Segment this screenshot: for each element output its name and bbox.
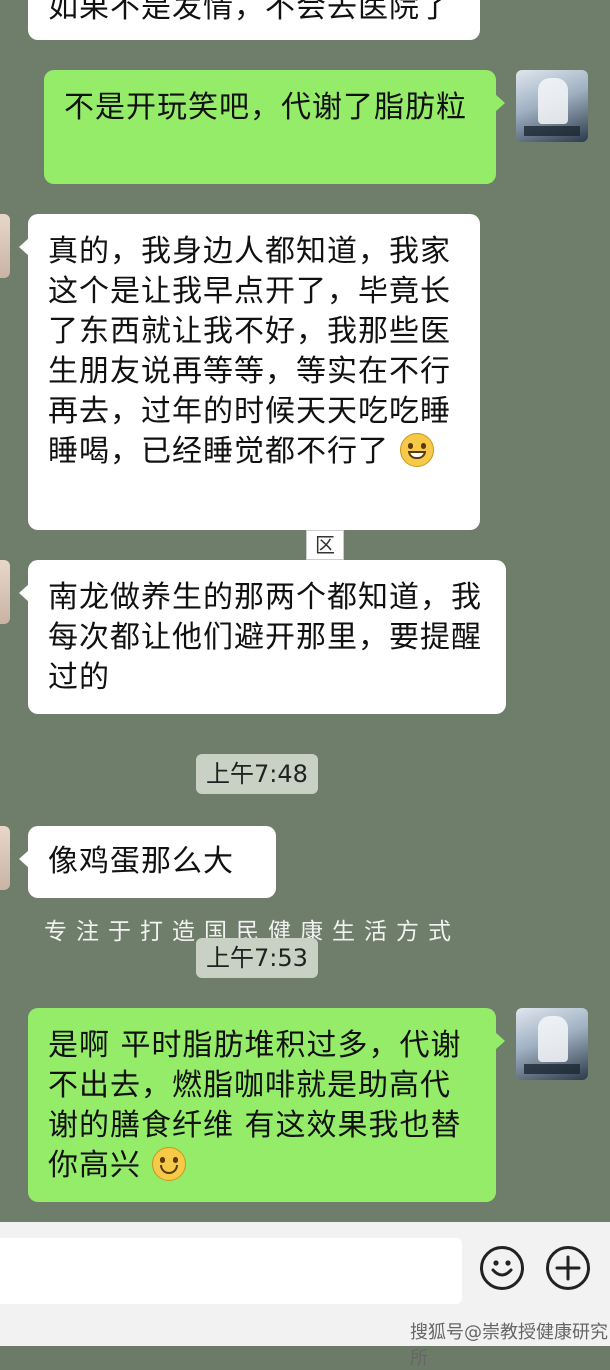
more-actions-button[interactable] [546,1246,590,1290]
avatar-caption [524,126,580,136]
message-text: 是啊 平时脂肪堆积过多，代谢不出去，燃脂咖啡就是助高代谢的膳食纤维 有这效果我也… [48,1028,462,1183]
message-bubble-received[interactable]: 真的，我身边人都知道，我家这个是让我早点开了，毕竟长了东西就让我不好，我那些医生… [19,214,480,530]
chat-area[interactable]: 如果不是发情，不会去医院了 不是开玩笑吧，代谢了脂肪粒 真的，我身边人都知道，我… [0,0,610,1222]
source-watermark: 搜狐号@崇教授健康研究所 [410,1322,608,1369]
message-text: 像鸡蛋那么大 [48,844,234,879]
plus-icon [555,1255,581,1281]
message-bubble-sent[interactable]: 不是开玩笑吧，代谢了脂肪粒 [44,70,505,184]
my-avatar[interactable] [516,1008,588,1080]
avatar-figure [538,78,568,124]
message-text: 如果不是发情，不会去医院了 [48,0,451,25]
my-avatar[interactable] [516,70,588,142]
contact-avatar[interactable] [0,214,10,278]
grin-emoji-icon [399,433,434,467]
timestamp: 上午7:53 [196,938,318,978]
quote-mark-icon: 区 [306,530,344,560]
emoji-button[interactable] [480,1246,524,1290]
timestamp: 上午7:48 [196,754,318,794]
contact-avatar[interactable] [0,826,10,890]
smile-emoji-icon [151,1147,186,1181]
message-text: 真的，我身边人都知道，我家这个是让我早点开了，毕竟长了东西就让我不好，我那些医生… [48,234,451,469]
message-input[interactable] [0,1238,462,1304]
avatar-figure [538,1016,568,1062]
avatar-caption [524,1064,580,1074]
contact-avatar[interactable] [0,560,10,624]
message-text: 不是开玩笑吧，代谢了脂肪粒 [64,90,467,125]
message-bubble-sent[interactable]: 是啊 平时脂肪堆积过多，代谢不出去，燃脂咖啡就是助高代谢的膳食纤维 有这效果我也… [28,1008,505,1202]
message-bubble-received[interactable]: 像鸡蛋那么大 [19,826,276,898]
message-text: 南龙做养生的那两个都知道，我每次都让他们避开那里，要提醒过的 [48,580,482,695]
message-bubble-partial[interactable]: 如果不是发情，不会去医院了 [28,0,480,40]
emoji-face-icon [491,1260,513,1277]
message-bubble-received[interactable]: 南龙做养生的那两个都知道，我每次都让他们避开那里，要提醒过的 [19,560,506,714]
